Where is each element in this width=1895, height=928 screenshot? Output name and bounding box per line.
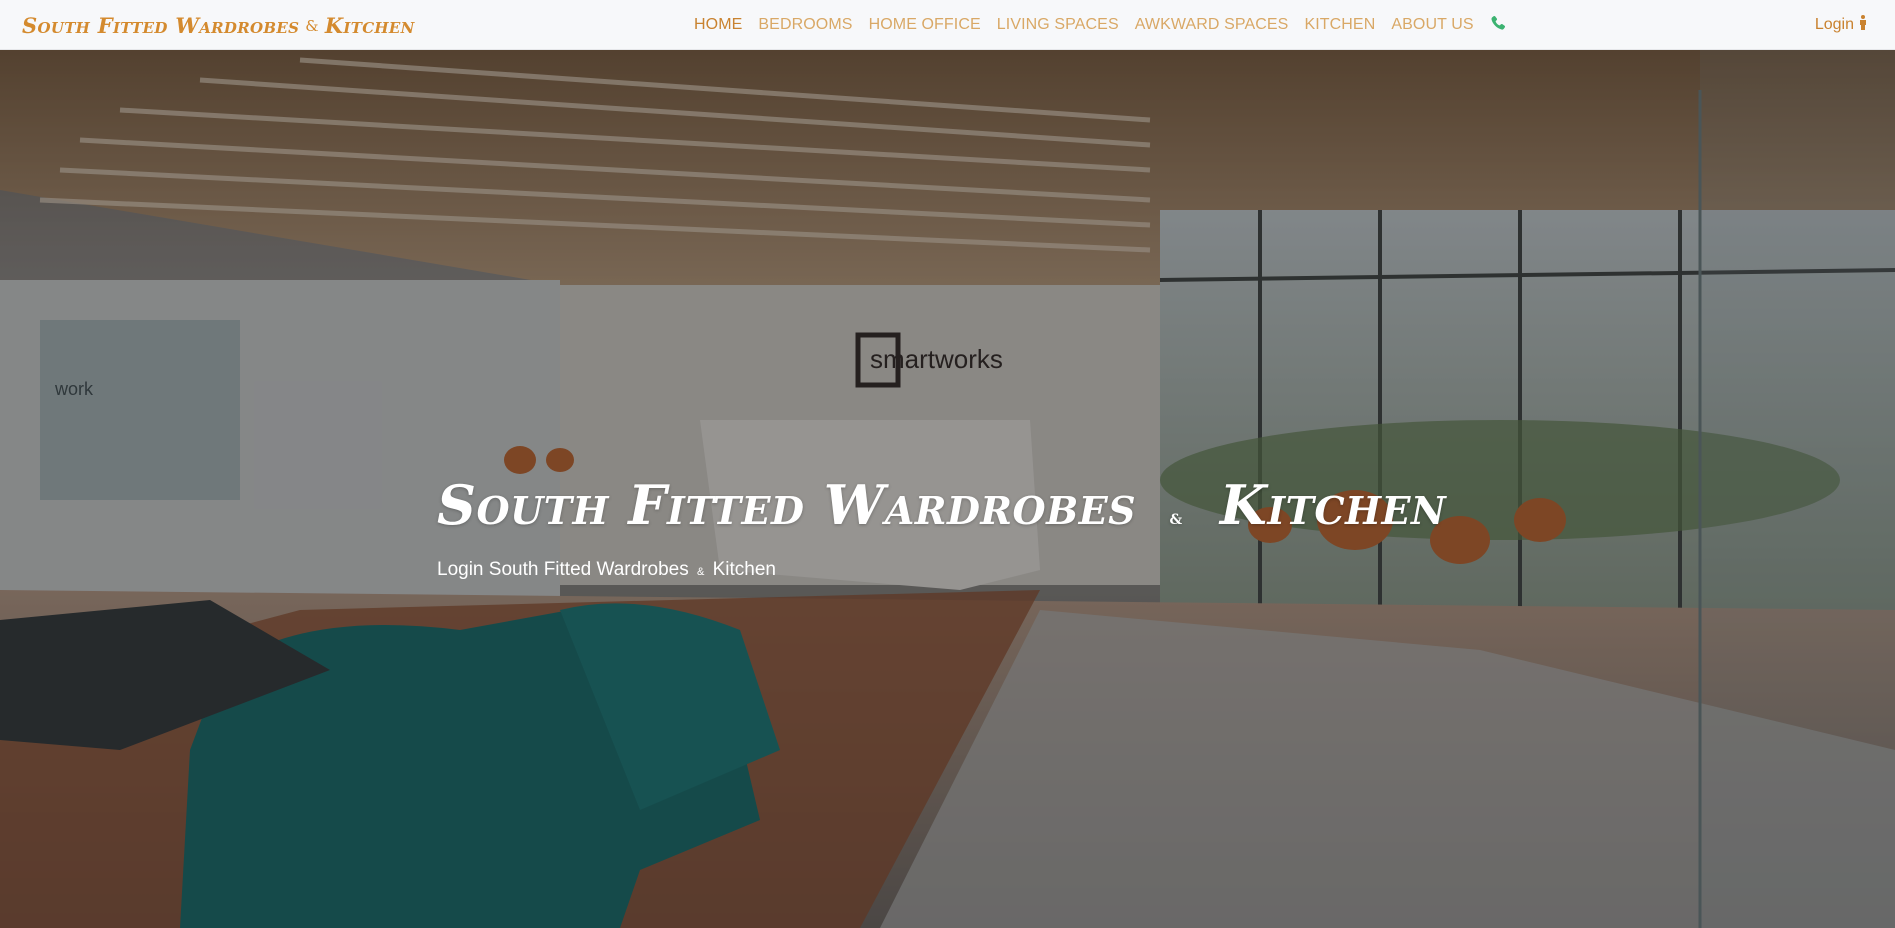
login-link[interactable]: Login (1815, 0, 1867, 50)
hero-title: South Fitted Wardrobes & Kitchen (437, 470, 1446, 555)
hero-subtitle: Login South Fitted Wardrobes & Kitchen (437, 559, 1446, 581)
person-icon (1859, 15, 1867, 35)
brand-name-part2: Kitchen (324, 12, 415, 38)
brand-name-part1: South Fitted Wardrobes (22, 12, 300, 38)
nav-bedrooms[interactable]: BEDROOMS (758, 16, 852, 33)
hero-title-part1: South Fitted Wardrobes (437, 473, 1137, 537)
login-label: Login (1814, 16, 1854, 33)
nav-about-us[interactable]: ABOUT US (1391, 16, 1473, 33)
nav-kitchen[interactable]: KITCHEN (1304, 16, 1375, 33)
hero-subtitle-part2: Kitchen (712, 559, 776, 580)
nav-home-office[interactable]: HOME OFFICE (869, 16, 981, 33)
hero-title-part2: Kitchen (1219, 473, 1447, 537)
nav-living-spaces[interactable]: LIVING SPACES (997, 16, 1119, 33)
brand-ampersand: & (305, 17, 319, 35)
nav-awkward-spaces[interactable]: AWKWARD SPACES (1135, 16, 1289, 33)
hero-title-ampersand: & (1169, 512, 1183, 528)
phone-icon[interactable] (1490, 15, 1506, 31)
hero-banner: smartworks work South Fitted Wardrobes &… (0, 50, 1895, 928)
top-navbar: South Fitted Wardrobes & Kitchen HOME BE… (0, 0, 1895, 50)
brand-logo[interactable]: South Fitted Wardrobes & Kitchen (22, 0, 415, 50)
hero-content: South Fitted Wardrobes & Kitchen Login S… (437, 470, 1446, 581)
main-nav: HOME BEDROOMS HOME OFFICE LIVING SPACES … (694, 0, 1522, 50)
hero-subtitle-part1: Login South Fitted Wardrobes (437, 559, 689, 580)
nav-home[interactable]: HOME (694, 16, 742, 33)
hero-subtitle-ampersand: & (697, 566, 705, 578)
